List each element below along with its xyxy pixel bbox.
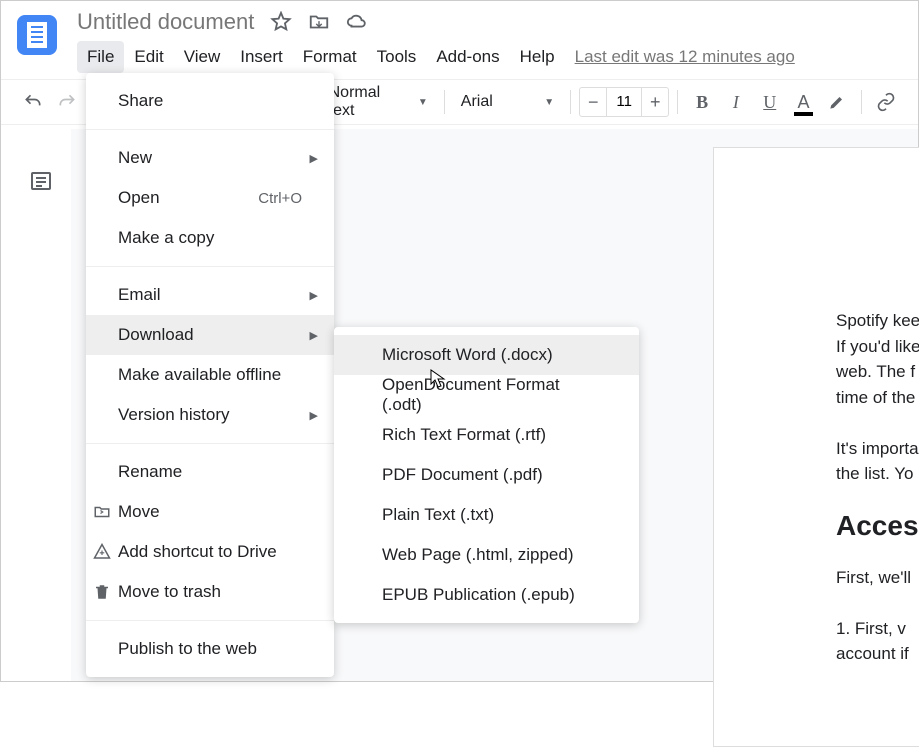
submenu-arrow-icon: ▶ — [310, 289, 318, 302]
menu-item-email[interactable]: Email▶ — [86, 275, 334, 315]
bold-button[interactable]: B — [686, 86, 718, 118]
drive-shortcut-icon — [92, 542, 112, 562]
download-submenu: Microsoft Word (.docx) OpenDocument Form… — [334, 327, 639, 623]
menu-item-new[interactable]: New▶ — [86, 138, 334, 178]
download-epub[interactable]: EPUB Publication (.epub) — [334, 575, 639, 615]
menu-edit[interactable]: Edit — [124, 41, 173, 73]
menu-item-offline[interactable]: Make available offline — [86, 355, 334, 395]
download-docx[interactable]: Microsoft Word (.docx) — [334, 335, 639, 375]
paragraph-style-label: Normal text — [329, 84, 410, 120]
body-text: 1. First, v — [836, 616, 919, 642]
body-text: account if — [836, 641, 919, 667]
chevron-down-icon: ▼ — [418, 97, 428, 108]
undo-button[interactable] — [17, 86, 49, 118]
body-text: web. The f — [836, 359, 919, 385]
menu-format[interactable]: Format — [293, 41, 367, 73]
document-page[interactable]: Spotify kee If you'd like web. The f tim… — [713, 147, 919, 747]
font-size-decrease[interactable]: − — [580, 88, 606, 116]
download-rtf[interactable]: Rich Text Format (.rtf) — [334, 415, 639, 455]
document-title[interactable]: Untitled document — [77, 9, 254, 35]
submenu-arrow-icon: ▶ — [310, 152, 318, 165]
font-select[interactable]: Arial ▼ — [453, 89, 562, 115]
body-text: Spotify kee — [836, 308, 919, 334]
menu-file[interactable]: File — [77, 41, 124, 73]
menu-tools[interactable]: Tools — [367, 41, 427, 73]
font-label: Arial — [461, 93, 493, 111]
download-pdf[interactable]: PDF Document (.pdf) — [334, 455, 639, 495]
text-color-button[interactable]: A — [788, 86, 820, 118]
font-size-control: − 11 + — [579, 87, 669, 117]
body-text: First, we'll — [836, 565, 919, 591]
last-edit-link[interactable]: Last edit was 12 minutes ago — [575, 41, 795, 73]
menu-item-move[interactable]: Move — [86, 492, 334, 532]
highlight-button[interactable] — [821, 86, 853, 118]
menu-addons[interactable]: Add-ons — [426, 41, 509, 73]
menu-item-publish[interactable]: Publish to the web — [86, 629, 334, 669]
body-text: the list. Yo — [836, 461, 919, 487]
link-button[interactable] — [870, 86, 902, 118]
font-size-increase[interactable]: + — [642, 88, 668, 116]
menu-item-make-copy[interactable]: Make a copy — [86, 218, 334, 258]
paragraph-style-select[interactable]: Normal text ▼ — [327, 80, 436, 124]
menu-item-version-history[interactable]: Version history▶ — [86, 395, 334, 435]
body-heading: Access — [836, 505, 919, 547]
download-html[interactable]: Web Page (.html, zipped) — [334, 535, 639, 575]
body-text: It's importa — [836, 436, 919, 462]
submenu-arrow-icon: ▶ — [310, 409, 318, 422]
menu-item-rename[interactable]: Rename — [86, 452, 334, 492]
italic-button[interactable]: I — [720, 86, 752, 118]
docs-logo[interactable] — [17, 15, 57, 55]
shortcut-label: Ctrl+O — [258, 190, 302, 207]
body-text: If you'd like — [836, 334, 919, 360]
star-icon[interactable] — [270, 11, 292, 33]
move-folder-icon[interactable] — [308, 11, 330, 33]
cloud-status-icon[interactable] — [346, 11, 368, 33]
menu-insert[interactable]: Insert — [230, 41, 293, 73]
menu-view[interactable]: View — [174, 41, 231, 73]
download-odt[interactable]: OpenDocument Format (.odt) — [334, 375, 639, 415]
file-menu-dropdown: Share New▶ OpenCtrl+O Make a copy Email▶… — [86, 73, 334, 677]
menu-item-open[interactable]: OpenCtrl+O — [86, 178, 334, 218]
download-txt[interactable]: Plain Text (.txt) — [334, 495, 639, 535]
menu-item-add-shortcut[interactable]: Add shortcut to Drive — [86, 532, 334, 572]
menu-item-share[interactable]: Share — [86, 81, 334, 121]
outline-toggle-icon[interactable] — [29, 169, 53, 193]
font-size-value[interactable]: 11 — [606, 88, 642, 116]
chevron-down-icon: ▼ — [544, 97, 554, 108]
menubar: File Edit View Insert Format Tools Add-o… — [77, 41, 795, 73]
trash-icon — [92, 582, 112, 602]
underline-button[interactable]: U — [754, 86, 786, 118]
menu-item-download[interactable]: Download▶ — [86, 315, 334, 355]
redo-button[interactable] — [51, 86, 83, 118]
body-text: time of the — [836, 385, 919, 411]
submenu-arrow-icon: ▶ — [310, 329, 318, 342]
menu-item-trash[interactable]: Move to trash — [86, 572, 334, 612]
move-icon — [92, 502, 112, 522]
menu-help[interactable]: Help — [510, 41, 565, 73]
